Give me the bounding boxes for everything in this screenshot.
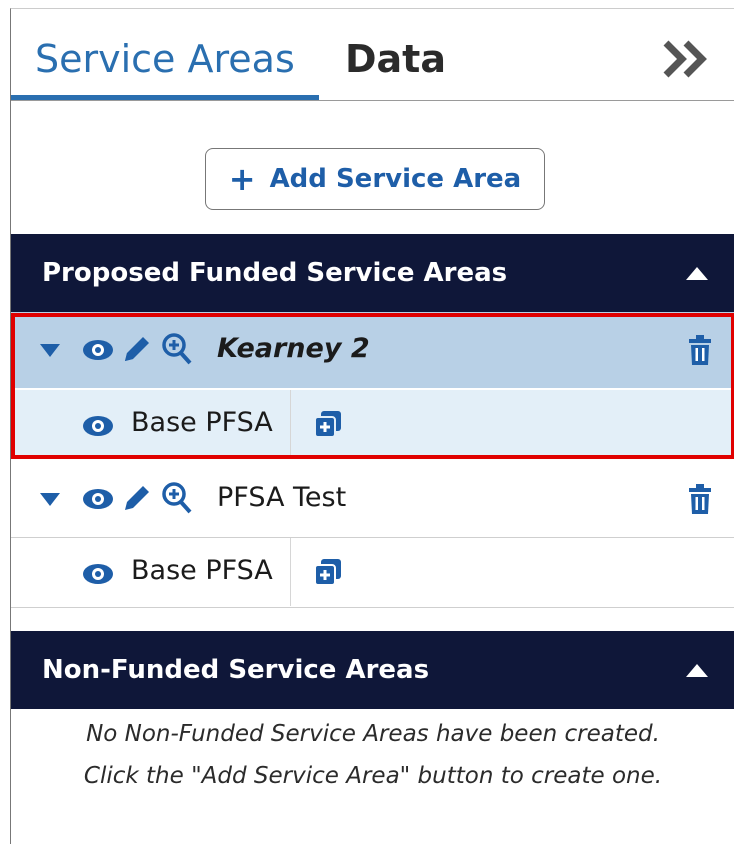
eye-icon[interactable] <box>81 413 115 439</box>
expand-caret-icon[interactable] <box>40 493 60 506</box>
funded-section-header[interactable]: Proposed Funded Service Areas <box>11 234 734 312</box>
add-service-area-button[interactable]: + Add Service Area <box>205 148 545 210</box>
service-area-row[interactable]: PFSA Test <box>11 461 734 537</box>
tab-bar: Service Areas Data <box>11 9 734 101</box>
plus-icon: + <box>228 160 256 198</box>
pencil-icon[interactable] <box>121 333 153 365</box>
service-area-name: PFSA Test <box>217 482 347 513</box>
active-tab-underline <box>11 95 319 100</box>
service-area-name: Kearney 2 <box>217 333 370 364</box>
empty-state-line: Click the "Add Service Area" button to c… <box>83 763 663 789</box>
service-areas-panel: Service Areas Data + Add Service Area Pr… <box>10 8 734 844</box>
child-area-label: Base PFSA <box>131 407 273 438</box>
empty-state-line: No Non-Funded Service Areas have been cr… <box>86 721 660 747</box>
add-service-area-label: Add Service Area <box>269 164 522 194</box>
caret-up-icon[interactable] <box>686 267 708 280</box>
empty-state-message: No Non-Funded Service Areas have been cr… <box>11 713 734 797</box>
tab-data[interactable]: Data <box>345 37 446 81</box>
row-divider <box>11 607 734 608</box>
column-divider <box>290 390 291 458</box>
eye-icon[interactable] <box>81 561 115 587</box>
double-chevron-right-icon[interactable] <box>662 39 712 79</box>
caret-up-icon[interactable] <box>686 664 708 677</box>
nonfunded-section-header[interactable]: Non-Funded Service Areas <box>11 631 734 709</box>
child-area-label: Base PFSA <box>131 555 273 586</box>
tab-service-areas[interactable]: Service Areas <box>35 37 295 81</box>
eye-icon[interactable] <box>81 337 115 363</box>
column-divider <box>290 538 291 606</box>
zoom-in-icon[interactable] <box>161 481 193 515</box>
expand-caret-icon[interactable] <box>40 344 60 357</box>
trash-icon[interactable] <box>687 334 713 366</box>
copy-icon[interactable] <box>313 557 343 587</box>
copy-icon[interactable] <box>313 409 343 439</box>
funded-section-title: Proposed Funded Service Areas <box>42 258 508 288</box>
service-area-child-row[interactable]: Base PFSA <box>11 538 734 606</box>
zoom-in-icon[interactable] <box>161 332 193 366</box>
pencil-icon[interactable] <box>121 482 153 514</box>
service-area-row[interactable]: Kearney 2 <box>11 312 734 388</box>
service-area-child-row[interactable]: Base PFSA <box>11 390 734 458</box>
eye-icon[interactable] <box>81 486 115 512</box>
nonfunded-section-title: Non-Funded Service Areas <box>42 655 430 685</box>
trash-icon[interactable] <box>687 483 713 515</box>
